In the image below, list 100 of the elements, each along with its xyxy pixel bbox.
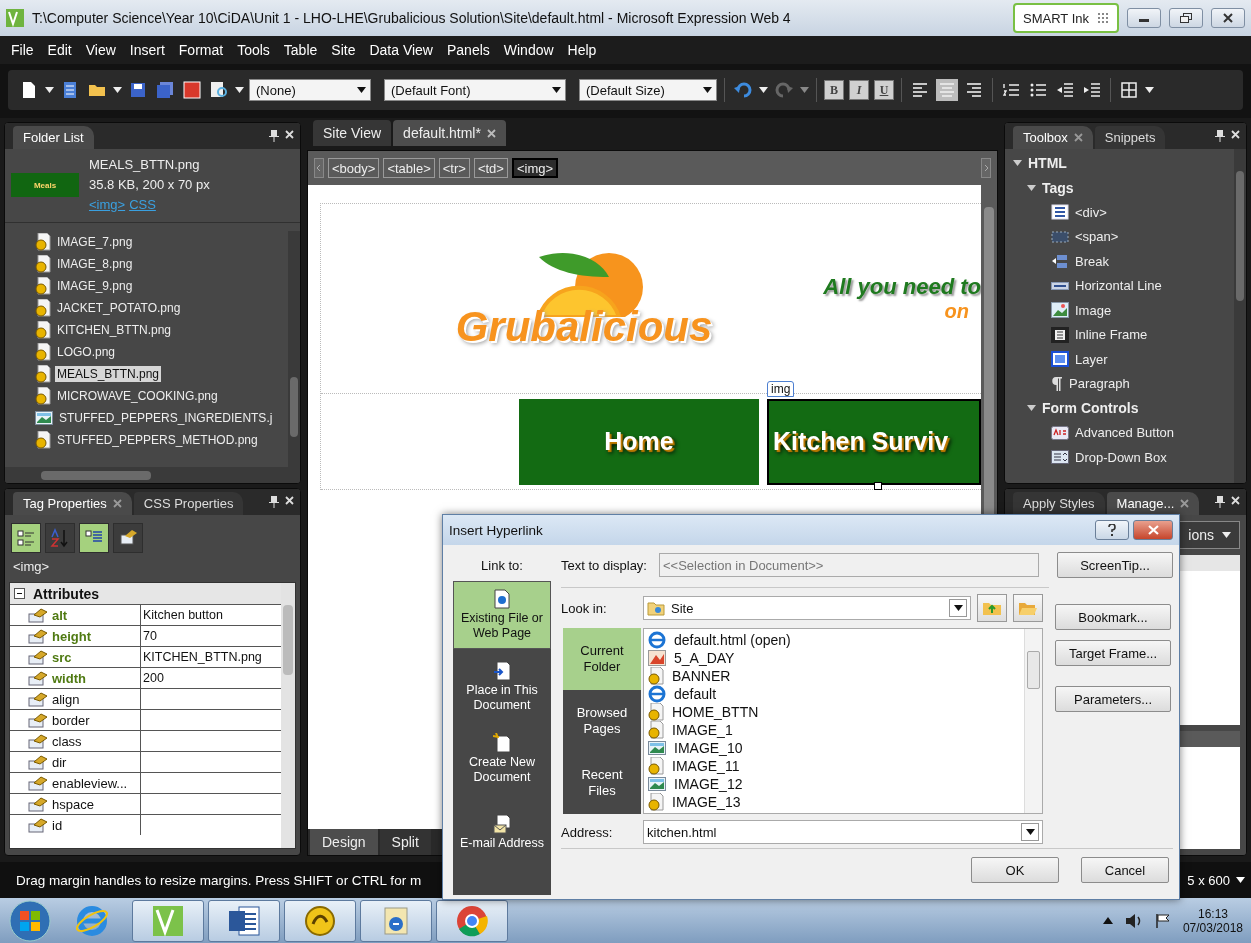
horizontal-scrollbar[interactable] [5,467,300,483]
file-list-item[interactable]: HOME_BTTN [672,704,759,720]
scrollbar[interactable] [288,231,300,467]
publish-button[interactable] [181,79,203,101]
toolbox-item[interactable]: Layer [1075,351,1108,367]
toolbox-item[interactable]: Inline Frame [1075,327,1148,343]
file-list-item[interactable]: IMAGE_10 [674,740,743,756]
file-list-item[interactable]: default.html (open) [674,632,791,648]
toolbox-item[interactable]: Paragraph [1069,376,1130,392]
menu-item[interactable]: Panels [440,42,497,58]
file-list-item[interactable]: STUFFED_PEPPERS_INGREDIENTS.j [57,410,275,426]
panel-tab[interactable]: Apply Styles [1013,492,1105,515]
file-list-item[interactable]: IMAGE_9.png [55,278,135,294]
ok-button[interactable]: OK [971,857,1059,883]
view-option-button[interactable] [113,523,143,553]
toolbox-item[interactable]: Horizontal Line [1075,278,1162,294]
file-list-item[interactable]: 5_A_DAY [674,650,735,666]
screentip-button[interactable]: ScreenTip... [1057,552,1173,578]
tree-group-label[interactable]: Tags [1042,179,1074,196]
tag-selector[interactable]: <tr> [438,158,470,178]
file-list-item[interactable]: BANNER [672,668,731,684]
browse-folder-button[interactable] [1013,594,1043,622]
file-list-item[interactable]: MEALS_BTTN.png [55,366,162,382]
menu-item[interactable]: Table [276,42,325,58]
file-list-item[interactable]: IMAGE_13 [672,794,741,810]
taskbar-app-button[interactable] [284,899,356,942]
text-to-display-field[interactable]: <<Selection in Document>> [659,553,1039,577]
close-button[interactable] [1211,8,1245,28]
view-tab[interactable]: Split [379,829,431,855]
format-button[interactable]: I [849,80,869,100]
save-all-button[interactable] [154,79,176,101]
file-list-item[interactable]: IMAGE_7.png [55,234,135,250]
tag-selector[interactable]: <table> [383,158,435,178]
menu-item[interactable]: Format [171,42,231,58]
look-in-select[interactable]: Site [643,596,971,620]
file-list-item[interactable]: KITCHEN_BTTN.png [55,322,174,338]
file-list-item[interactable]: IMAGE_12 [674,776,743,792]
scrollbar[interactable] [281,583,295,848]
attribute-value[interactable]: KITCHEN_BTTN.png [141,647,281,667]
file-list-item[interactable]: STUFFED_PEPPERS_METHOD.png [55,432,260,448]
format-button[interactable]: B [824,80,844,100]
attribute-value[interactable]: 70 [141,626,281,646]
menu-item[interactable]: Insert [122,42,172,58]
cancel-button[interactable]: Cancel [1081,857,1169,883]
panel-tab[interactable]: Tag Properties [13,492,132,515]
toolbox-item[interactable]: <div> [1075,204,1107,220]
menu-item[interactable]: Site [324,42,363,58]
taskbar-app-button[interactable] [132,899,204,942]
file-list-item[interactable]: IMAGE_1 [672,722,733,738]
menu-item[interactable]: View [78,42,123,58]
menu-item[interactable]: Tools [230,42,277,58]
help-button[interactable] [1095,520,1129,540]
taskbar-app-button[interactable] [208,899,280,942]
panel-tab[interactable]: CSS Properties [133,492,244,515]
attribute-value[interactable]: Kitchen button [141,605,281,625]
tag-selector[interactable]: <img> [511,158,559,178]
tag-selector[interactable]: <body> [328,158,380,178]
dialog-side-button[interactable]: Bookmark... [1055,604,1171,630]
format-button[interactable]: U [874,80,894,100]
view-tab[interactable]: Design [310,829,378,855]
view-option-button[interactable] [11,523,41,553]
toolbox-item[interactable]: Image [1075,302,1112,318]
nav-banner[interactable]: Home [519,398,759,485]
toolbox-item[interactable]: <span> [1075,229,1119,245]
style-select[interactable]: (None) [249,79,371,101]
address-field[interactable]: kitchen.html [643,820,1043,844]
toolbox-item[interactable]: Break [1075,253,1109,269]
view-option-button[interactable] [79,523,109,553]
file-list-item[interactable]: IMAGE_8.png [55,256,135,272]
nav-banner[interactable]: Kitchen Surviv [767,398,981,485]
scrollbar[interactable] [1024,629,1042,813]
taskbar-app-button[interactable] [360,899,432,942]
page-size-menu[interactable]: 5 x 600 [1187,872,1245,888]
file-list-item[interactable]: default [674,686,717,702]
size-select[interactable]: (Default Size) [579,79,717,101]
options-button[interactable]: ions [1179,521,1240,549]
toolbox-item[interactable]: Drop-Down Box [1075,449,1167,465]
file-list-item[interactable]: IMAGE_11 [672,758,740,774]
menu-item[interactable]: File [4,42,41,58]
taskbar-app-button[interactable] [436,899,508,942]
toolbox-item[interactable]: Advanced Button [1075,425,1175,441]
tree-group-label[interactable]: Form Controls [1042,400,1139,417]
menu-item[interactable]: Window [496,42,561,58]
tag-selector[interactable]: <td> [473,158,508,178]
file-list-item[interactable]: JACKET_POTATO.png [55,300,183,316]
document-tab[interactable]: default.html* [393,120,506,146]
panel-tab[interactable]: Toolbox [1013,126,1093,149]
dialog-side-button[interactable]: Target Frame... [1055,640,1171,666]
menu-item[interactable]: Data View [362,42,440,58]
panel-tab[interactable]: Manage... [1106,492,1200,515]
restore-button[interactable] [1169,8,1203,28]
resize-handle[interactable] [874,481,882,490]
location-option[interactable]: Current Folder [563,628,641,690]
scrollbar[interactable] [1234,149,1246,483]
menu-item[interactable]: Edit [40,42,79,58]
link-type-option[interactable]: Existing File or Web Page [453,581,551,649]
panel-tab[interactable]: Folder List [13,126,94,149]
file-list-item[interactable]: MICROWAVE_COOKING.png [55,388,220,404]
document-tab[interactable]: Site View [313,120,392,146]
minimize-button[interactable] [1127,8,1161,28]
